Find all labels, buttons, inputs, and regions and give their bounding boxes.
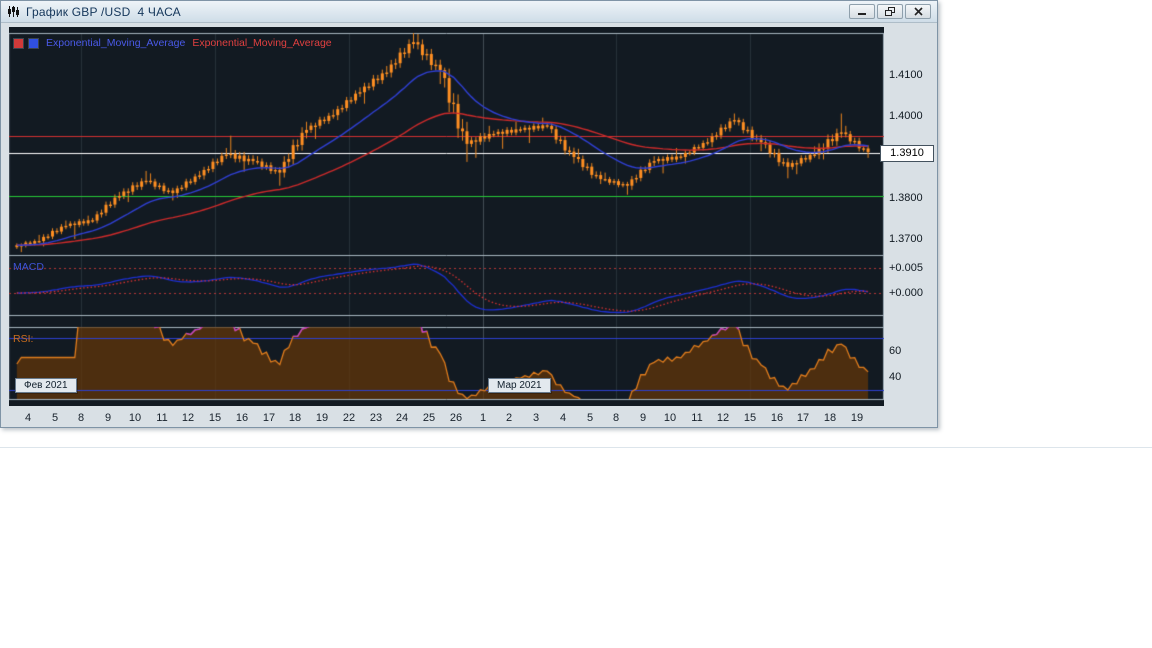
rsi-axis-label: 60: [889, 345, 902, 357]
date-axis-label: 9: [104, 412, 112, 424]
chart-canvas[interactable]: [9, 27, 884, 406]
macd-axis-label: +0.005: [889, 262, 923, 274]
date-axis-label: 15: [208, 412, 222, 424]
desktop-divider: [0, 447, 1152, 448]
date-axis-label: 18: [823, 412, 837, 424]
month-marker-mar[interactable]: Мар 2021: [488, 378, 551, 393]
date-axis-label: 12: [181, 412, 195, 424]
date-axis-label: 25: [422, 412, 436, 424]
date-axis-label: 16: [770, 412, 784, 424]
date-axis-label: 1: [479, 412, 487, 424]
date-axis-label: 10: [128, 412, 142, 424]
price-axis-label: 1.3800: [889, 192, 923, 204]
date-axis-label: 17: [262, 412, 276, 424]
chart-client-area: Exponential_Moving_Average Exponential_M…: [1, 23, 937, 427]
price-axis-label: 1.3700: [889, 233, 923, 245]
date-axis-label: 19: [850, 412, 864, 424]
window-title: График GBP /USD 4 ЧАСА: [26, 4, 181, 19]
date-axis-label: 11: [691, 412, 703, 424]
date-axis-label: 26: [449, 412, 463, 424]
price-axis-label: 1.4000: [889, 110, 923, 122]
date-axis-label: 4: [24, 412, 32, 424]
restore-button[interactable]: [877, 4, 903, 19]
minimize-button[interactable]: [849, 4, 875, 19]
macd-axis-label: +0.000: [889, 287, 923, 299]
date-axis-label: 17: [796, 412, 810, 424]
date-axis-label: 8: [77, 412, 85, 424]
date-axis-label: 5: [51, 412, 59, 424]
candlestick-chart-icon: [7, 6, 20, 17]
date-axis-label: 16: [235, 412, 249, 424]
date-axis-label: 8: [612, 412, 620, 424]
window-titlebar[interactable]: График GBP /USD 4 ЧАСА: [1, 1, 937, 23]
rsi-axis-label: 40: [889, 371, 902, 383]
date-axis-label: 19: [315, 412, 329, 424]
date-axis-label: 15: [743, 412, 757, 424]
chart-window: График GBP /USD 4 ЧАСА Exponential_Movin…: [0, 0, 938, 428]
date-axis-label: 2: [505, 412, 513, 424]
date-axis-label: 10: [663, 412, 677, 424]
date-axis-label: 3: [532, 412, 540, 424]
price-axis-label: 1.4100: [889, 69, 923, 81]
date-axis-label: 9: [639, 412, 647, 424]
date-axis-label: 23: [369, 412, 383, 424]
window-controls: [849, 4, 931, 19]
date-axis-label: 24: [395, 412, 409, 424]
date-axis-label: 18: [288, 412, 302, 424]
date-axis-label: 22: [342, 412, 356, 424]
date-axis-label: 12: [716, 412, 730, 424]
close-button[interactable]: [905, 4, 931, 19]
date-axis-label: 4: [559, 412, 567, 424]
date-axis-label: 11: [156, 412, 168, 424]
month-marker-feb[interactable]: Фев 2021: [15, 378, 77, 393]
date-axis-label: 5: [586, 412, 594, 424]
current-price-label: 1.3910: [880, 145, 934, 162]
